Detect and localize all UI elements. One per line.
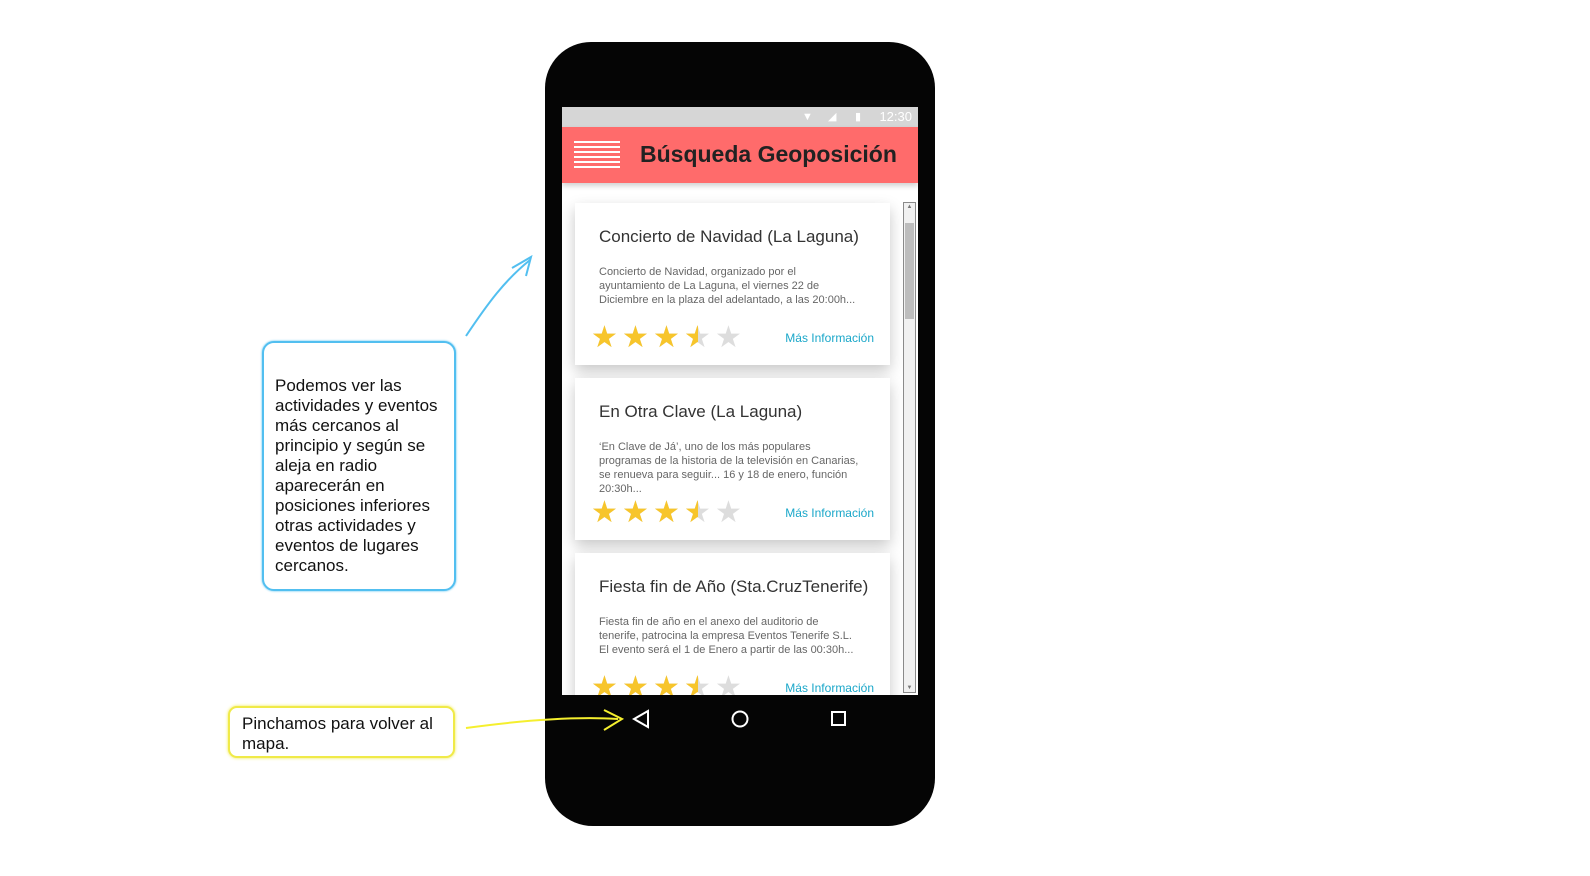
yellow-arrow-head (603, 709, 625, 731)
yellow-arrow-line (465, 717, 619, 729)
list-callout-note: Podemos ver las actividades y eventos má… (262, 341, 456, 591)
back-callout-note: Pinchamos para volver al mapa. (228, 706, 455, 758)
blue-arrow-line (465, 259, 531, 337)
